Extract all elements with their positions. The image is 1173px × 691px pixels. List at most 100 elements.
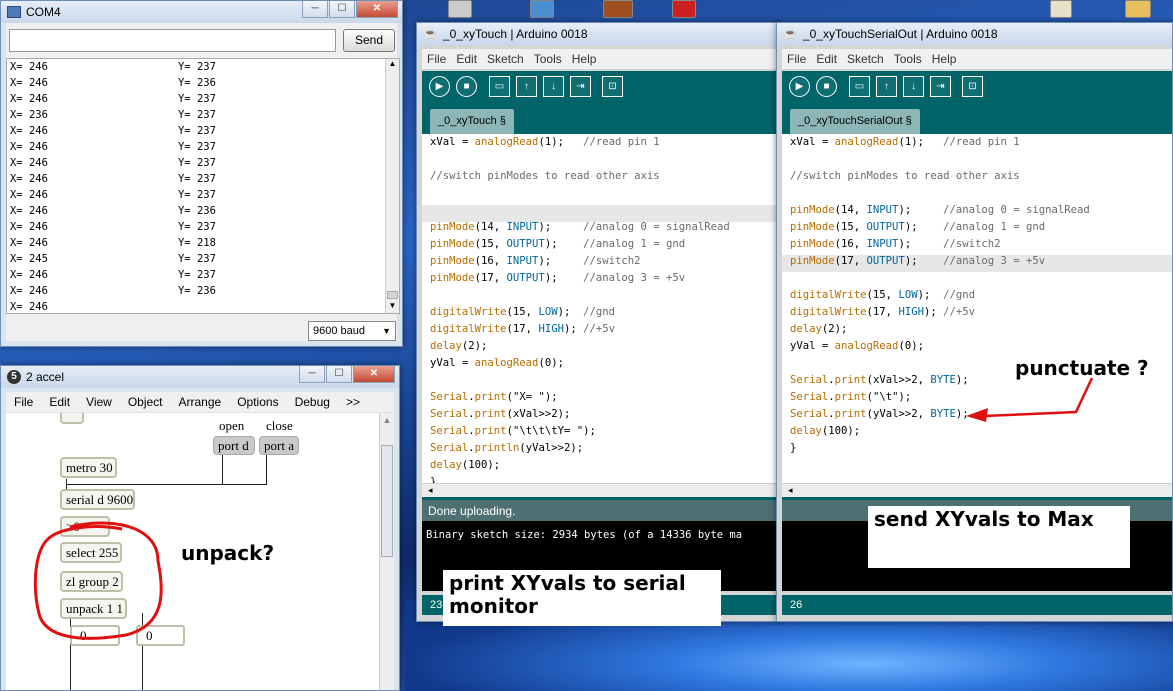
annotation-print-xyvals: print XYvals to serial monitor xyxy=(443,570,721,626)
arduino-window-xytouch[interactable]: ☕ _0_xyTouch | Arduino 0018 File Edit Sk… xyxy=(416,22,779,622)
serial-monitor-window[interactable]: COM4 ─ ☐ ✕ Send X= 246 Y= 237 X= 246 Y= 23… xyxy=(0,0,403,347)
menu-tools[interactable]: Tools xyxy=(889,52,927,66)
code-line: digitalWrite(15, LOW); //gnd xyxy=(790,289,975,301)
editor-horizontal-scrollbar[interactable]: ◂ xyxy=(782,483,1172,497)
send-row: Send xyxy=(9,29,395,53)
close-button[interactable]: ✕ xyxy=(353,366,395,383)
scroll-down-icon[interactable]: ▼ xyxy=(386,301,399,313)
baud-rate-value: 9600 baud xyxy=(313,325,365,337)
scrollbar-thumb[interactable] xyxy=(381,445,393,557)
send-button[interactable]: Send xyxy=(343,29,395,52)
code-line: delay(100); xyxy=(430,459,501,471)
max-patcher-window[interactable]: 5 2 accel ─ ☐ ✕ File Edit View Object Ar… xyxy=(0,365,400,691)
save-button[interactable]: ↓ xyxy=(903,76,924,97)
desktop-icon[interactable] xyxy=(672,0,696,18)
sketch-tabs: _0_xyTouch § xyxy=(422,104,778,134)
menu-edit[interactable]: Edit xyxy=(811,52,842,66)
label-open: open xyxy=(219,418,245,433)
verify-button[interactable]: ▶ xyxy=(429,76,450,97)
scroll-up-icon[interactable]: ▲ xyxy=(386,59,399,71)
menu-help[interactable]: Help xyxy=(927,52,962,66)
new-button[interactable]: ▭ xyxy=(849,76,870,97)
tab-sketch[interactable]: _0_xyTouch § xyxy=(430,109,514,134)
folder-icon[interactable] xyxy=(1125,0,1151,18)
arduino-titlebar[interactable]: ☕ _0_xyTouchSerialOut | Arduino 0018 xyxy=(777,23,1172,45)
editor-horizontal-scrollbar[interactable]: ◂ xyxy=(422,483,778,497)
code-line: Serial.print(yVal>>2, BYTE); xyxy=(790,408,969,420)
max-object-top[interactable] xyxy=(60,413,84,424)
minimize-button[interactable]: ─ xyxy=(299,366,325,383)
menu-file[interactable]: File xyxy=(422,52,451,66)
save-button[interactable]: ↓ xyxy=(543,76,564,97)
menu-object[interactable]: Object xyxy=(120,395,171,409)
stop-button[interactable]: ■ xyxy=(816,76,837,97)
menu-view[interactable]: View xyxy=(78,395,120,409)
menu-debug[interactable]: Debug xyxy=(287,395,338,409)
tab-sketch[interactable]: _0_xyTouchSerialOut § xyxy=(790,109,920,134)
serial-output[interactable]: X= 246 Y= 237 X= 246 Y= 236 X= 246 Y= 237 X… xyxy=(6,58,400,314)
arduino-menu-bar: File Edit Sketch Tools Help xyxy=(782,49,1172,69)
serial-monitor-button[interactable]: ⊡ xyxy=(962,76,983,97)
menu-file[interactable]: File xyxy=(782,52,811,66)
patcher-canvas[interactable]: open close port d port a metro 30 serial… xyxy=(6,413,379,690)
code-line: Serial.print(xVal>>2, BYTE); xyxy=(790,374,969,386)
minimize-button[interactable]: ─ xyxy=(302,1,328,18)
code-line: Serial.print("\t\t\tY= "); xyxy=(430,425,596,437)
patch-cord xyxy=(266,454,267,484)
serial-object[interactable]: serial d 9600 xyxy=(60,489,135,510)
arduino-menu-bar: File Edit Sketch Tools Help xyxy=(422,49,778,69)
max-patcher-titlebar[interactable]: 5 2 accel ─ ☐ ✕ xyxy=(1,366,399,388)
upload-button[interactable]: ⇥ xyxy=(570,76,591,97)
code-editor[interactable]: xVal = analogRead(1); //read pin 1 //swi… xyxy=(422,134,778,483)
menu-help[interactable]: Help xyxy=(567,52,602,66)
message-port-a[interactable]: port a xyxy=(259,436,299,455)
serial-monitor-body: Send X= 246 Y= 237 X= 246 Y= 236 X= 246 Y= … xyxy=(6,23,400,341)
max-app-icon: 5 xyxy=(7,370,21,384)
menu-edit[interactable]: Edit xyxy=(451,52,482,66)
arduino-titlebar[interactable]: ☕ _0_xyTouch | Arduino 0018 xyxy=(417,23,778,45)
menu-sketch[interactable]: Sketch xyxy=(482,52,529,66)
open-button[interactable]: ↑ xyxy=(516,76,537,97)
annotation-arrow xyxy=(966,377,1094,422)
upload-button[interactable]: ⇥ xyxy=(930,76,951,97)
metro-object[interactable]: metro 30 xyxy=(60,457,117,478)
new-button[interactable]: ▭ xyxy=(489,76,510,97)
open-button[interactable]: ↑ xyxy=(876,76,897,97)
patcher-scrollbar[interactable]: ▲ xyxy=(379,413,394,690)
maximize-button[interactable]: ☐ xyxy=(329,1,355,18)
window-title: _0_xyTouch | Arduino 0018 xyxy=(442,27,588,41)
desktop-icon[interactable] xyxy=(603,0,633,18)
baud-rate-select[interactable]: 9600 baud ▼ xyxy=(308,321,396,341)
code-editor[interactable]: xVal = analogRead(1); //read pin 1 //swi… xyxy=(782,134,1172,483)
menu-file[interactable]: File xyxy=(6,395,41,409)
desktop-icon[interactable] xyxy=(1050,0,1072,18)
menu-edit[interactable]: Edit xyxy=(41,395,78,409)
code-line: yVal = analogRead(0); xyxy=(430,357,564,369)
menu-sketch[interactable]: Sketch xyxy=(842,52,889,66)
stop-button[interactable]: ■ xyxy=(456,76,477,97)
verify-button[interactable]: ▶ xyxy=(789,76,810,97)
serial-monitor-titlebar[interactable]: COM4 ─ ☐ ✕ xyxy=(1,1,402,23)
window-icon xyxy=(7,6,21,18)
code-line: } xyxy=(430,476,437,483)
code-line: //switch pinModes to read other axis xyxy=(790,170,1020,182)
current-line-highlight xyxy=(422,205,778,222)
window-title: 2 accel xyxy=(26,370,65,384)
scrollbar-thumb[interactable] xyxy=(387,291,398,299)
patch-cord xyxy=(66,484,267,485)
message-port-d[interactable]: port d xyxy=(213,436,255,455)
code-line: Serial.print("X= "); xyxy=(430,391,558,403)
serial-monitor-button[interactable]: ⊡ xyxy=(602,76,623,97)
menu-tools[interactable]: Tools xyxy=(529,52,567,66)
menu-arrange[interactable]: Arrange xyxy=(171,395,230,409)
serial-send-input[interactable] xyxy=(9,29,336,52)
menu-options[interactable]: Options xyxy=(229,395,286,409)
desktop-icon[interactable] xyxy=(448,0,472,18)
code-line: pinMode(17, OUTPUT); //analog 3 = +5v xyxy=(790,255,1046,267)
serial-output-scrollbar[interactable]: ▲ ▼ xyxy=(385,59,399,313)
close-button[interactable]: ✕ xyxy=(356,1,398,18)
desktop-icon[interactable] xyxy=(530,0,554,18)
maximize-button[interactable]: ☐ xyxy=(326,366,352,383)
scroll-up-icon[interactable]: ▲ xyxy=(380,415,394,427)
menu-more[interactable]: >> xyxy=(338,395,368,409)
